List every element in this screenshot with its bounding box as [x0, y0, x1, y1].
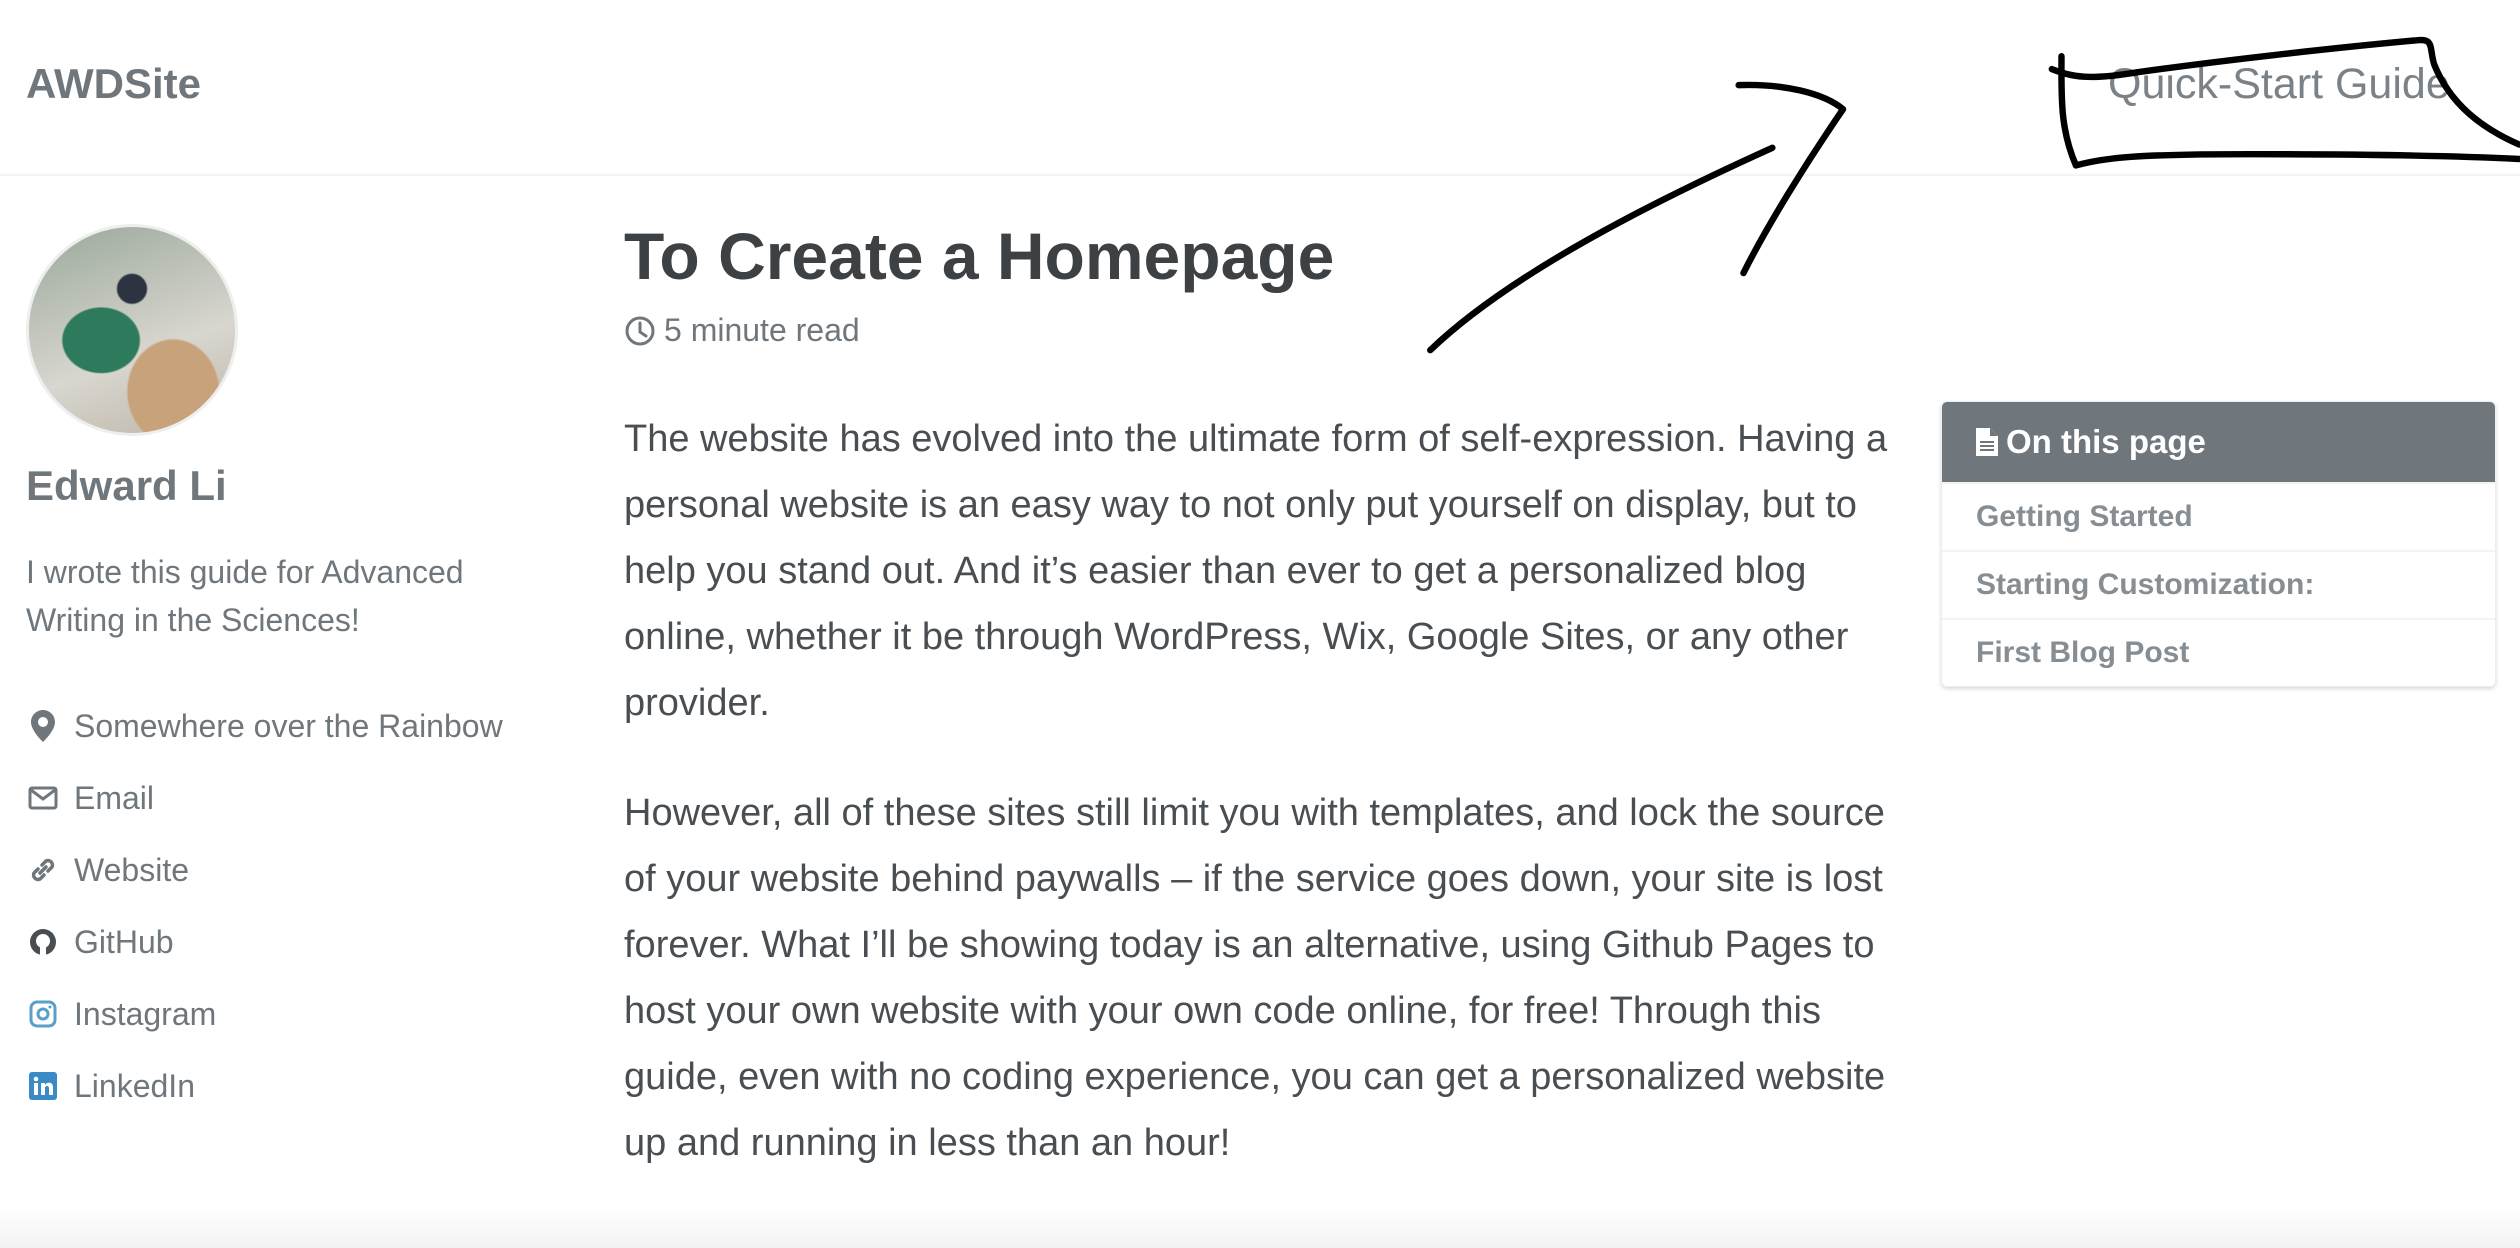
author-link-email[interactable]: Email — [26, 762, 503, 834]
bottom-fade — [0, 1208, 2520, 1248]
file-text-icon — [1976, 428, 1998, 456]
read-time-label: 5 minute read — [664, 312, 860, 348]
author-link-linkedin[interactable]: LinkedIn — [26, 1050, 503, 1122]
site-title-link[interactable]: AWDSite — [26, 60, 201, 108]
toc-item-starting-customization[interactable]: Starting Customization: — [1942, 550, 2495, 618]
table-of-contents: On this page Getting Started Starting Cu… — [1941, 401, 2496, 687]
toc-title: On this page — [2006, 423, 2206, 460]
author-links: Somewhere over the Rainbow Email Website… — [26, 690, 503, 1122]
location-label: Somewhere over the Rainbow — [74, 707, 503, 744]
linkedin-icon — [26, 1069, 60, 1103]
github-icon — [26, 925, 60, 959]
read-time: 5 minute read — [624, 312, 860, 349]
envelope-icon — [26, 781, 60, 815]
author-link-instagram[interactable]: Instagram — [26, 978, 503, 1050]
toc-header: On this page — [1942, 402, 2495, 482]
linkedin-label: LinkedIn — [74, 1067, 195, 1104]
author-bio: I wrote this guide for Advanced Writing … — [26, 554, 464, 638]
avatar — [26, 224, 238, 436]
annotation-arrow-shaft — [1427, 144, 1776, 354]
instagram-icon — [26, 997, 60, 1031]
paragraph: The website has evolved into the ultimat… — [624, 418, 1888, 724]
article-content: The website has evolved into the ultimat… — [624, 406, 1914, 1220]
email-label: Email — [74, 779, 155, 816]
map-marker-icon — [26, 709, 60, 743]
author-name: Edward Li — [26, 462, 227, 509]
author-link-website[interactable]: Website — [26, 834, 503, 906]
clock-icon — [624, 315, 656, 347]
website-label: Website — [74, 851, 190, 888]
toc-item-first-blog-post[interactable]: First Blog Post — [1942, 618, 2495, 686]
author-link-github[interactable]: GitHub — [26, 906, 503, 978]
paragraph: However, all of these sites still limit … — [624, 792, 1886, 1164]
masthead: AWDSite Quick-Start Guide — [0, 0, 2520, 176]
page-title: To Create a Homepage — [624, 219, 1335, 293]
nav-quick-start-guide[interactable]: Quick-Start Guide — [2108, 60, 2450, 109]
link-icon — [26, 853, 60, 887]
author-location: Somewhere over the Rainbow — [26, 690, 503, 762]
instagram-label: Instagram — [74, 995, 217, 1032]
github-label: GitHub — [74, 923, 174, 960]
toc-item-getting-started[interactable]: Getting Started — [1942, 482, 2495, 550]
